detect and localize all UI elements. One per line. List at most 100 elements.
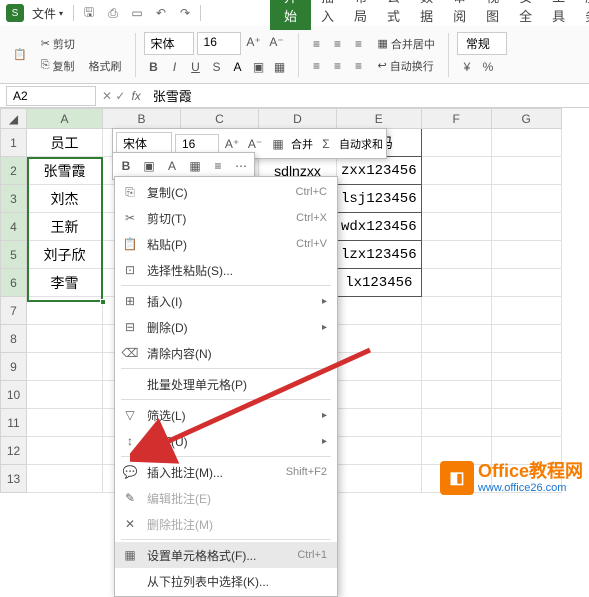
preview-icon[interactable]: ▭ (126, 3, 148, 23)
tab-dev[interactable]: 开发工具 (542, 0, 575, 30)
menu-insert-comment[interactable]: 💬 插入批注(M)... Shift+F2 (115, 459, 337, 485)
col-header-G[interactable]: G (491, 109, 561, 129)
menu-from-list[interactable]: 从下拉列表中选择(K)... (115, 568, 337, 594)
mini-border-icon[interactable]: ▦ (185, 156, 205, 176)
menu-clear[interactable]: ⌫ 清除内容(N) (115, 340, 337, 366)
cell[interactable]: 刘杰 (27, 185, 103, 213)
tab-cloud[interactable]: 云服务 (575, 0, 589, 30)
col-header-F[interactable]: F (421, 109, 491, 129)
selection-handle[interactable] (100, 299, 106, 305)
format-painter-button[interactable]: 格式刷 (84, 56, 127, 76)
font-color-button[interactable]: A (228, 57, 248, 77)
save-icon[interactable]: 🖫 (78, 3, 100, 23)
menu-paste[interactable]: 📋 粘贴(P) Ctrl+V (115, 231, 337, 257)
tab-insert[interactable]: 插入 (311, 0, 344, 30)
row-header[interactable]: 1 (1, 129, 27, 157)
paste-button[interactable]: 📋 (8, 46, 32, 63)
cut-button[interactable]: ✂ 剪切 (36, 34, 127, 54)
cell[interactable]: lsj123456 (337, 185, 422, 213)
mini-decrease-font-icon[interactable]: A⁻ (245, 134, 265, 154)
mini-format-icon[interactable]: ⋯ (231, 156, 251, 176)
row-header[interactable]: 12 (1, 437, 27, 465)
cell[interactable]: 王新 (27, 213, 103, 241)
mini-font-color-icon[interactable]: A (162, 156, 182, 176)
row-header[interactable]: 2 (1, 157, 27, 185)
number-format-select[interactable]: 常规 (457, 32, 507, 55)
merge-button[interactable]: ▦ 合并居中 (373, 34, 440, 54)
cell[interactable]: 李雪 (27, 269, 103, 297)
tab-data[interactable]: 数据 (410, 0, 443, 30)
mini-bold-icon[interactable]: B (116, 156, 136, 176)
size-select[interactable]: 16 (197, 32, 241, 55)
row-header[interactable]: 13 (1, 465, 27, 493)
menu-format-cells[interactable]: ▦ 设置单元格格式(F)... Ctrl+1 (115, 542, 337, 568)
menu-sort[interactable]: ↕ 排序(U) ▸ (115, 428, 337, 454)
copy-button[interactable]: ⎘ 复制 (36, 56, 80, 76)
menu-copy[interactable]: ⎘ 复制(C) Ctrl+C (115, 179, 337, 205)
select-all-corner[interactable]: ◢ (1, 109, 27, 129)
row-header[interactable]: 7 (1, 297, 27, 325)
strike-button[interactable]: S (207, 57, 227, 77)
print-icon[interactable]: ⎙ (102, 3, 124, 23)
mini-fill-icon[interactable]: ▣ (139, 156, 159, 176)
row-header[interactable]: 3 (1, 185, 27, 213)
menu-cut[interactable]: ✂ 剪切(T) Ctrl+X (115, 205, 337, 231)
increase-font-icon[interactable]: A⁺ (244, 32, 264, 52)
fx-icon[interactable]: ✕ ✓ (102, 89, 125, 103)
percent-icon[interactable]: % (478, 57, 498, 77)
tab-review[interactable]: 审阅 (443, 0, 476, 30)
decrease-font-icon[interactable]: A⁻ (267, 32, 287, 52)
row-header[interactable]: 6 (1, 269, 27, 297)
align-right-icon[interactable]: ≡ (349, 56, 369, 76)
mini-merge-button[interactable]: ▦ (268, 134, 288, 154)
align-top-icon[interactable]: ≡ (307, 34, 327, 54)
align-bot-icon[interactable]: ≡ (349, 34, 369, 54)
tab-security[interactable]: 安全 (509, 0, 542, 30)
font-select[interactable]: 宋体 (144, 32, 194, 55)
currency-icon[interactable]: ¥ (457, 57, 477, 77)
menu-filter[interactable]: ▽ 筛选(L) ▸ (115, 402, 337, 428)
cell[interactable]: wdx123456 (337, 213, 422, 241)
tab-view[interactable]: 视图 (476, 0, 509, 30)
file-menu[interactable]: 文件 ▾ (26, 3, 69, 24)
align-mid-icon[interactable]: ≡ (328, 34, 348, 54)
wrap-button[interactable]: ↩ 自动换行 (373, 56, 440, 76)
cell[interactable]: lzx123456 (337, 241, 422, 269)
tab-formula[interactable]: 公式 (377, 0, 410, 30)
mini-size-select[interactable]: 16 (175, 134, 219, 154)
row-header[interactable]: 11 (1, 409, 27, 437)
col-header-A[interactable]: A (27, 109, 103, 129)
tab-start[interactable]: 开始 (270, 0, 311, 30)
formula-input[interactable]: 张雪霞 (147, 84, 589, 107)
italic-button[interactable]: I (165, 57, 185, 77)
cell[interactable]: 刘子欣 (27, 241, 103, 269)
underline-button[interactable]: U (186, 57, 206, 77)
fill-color-button[interactable]: ▣ (249, 57, 269, 77)
col-header-C[interactable]: C (181, 109, 259, 129)
mini-align-icon[interactable]: ≡ (208, 156, 228, 176)
mini-sum-icon[interactable]: Σ (316, 134, 336, 154)
border-button[interactable]: ▦ (270, 57, 290, 77)
row-header[interactable]: 8 (1, 325, 27, 353)
menu-delete[interactable]: ⊟ 删除(D) ▸ (115, 314, 337, 340)
row-header[interactable]: 4 (1, 213, 27, 241)
col-header-D[interactable]: D (259, 109, 337, 129)
menu-insert[interactable]: ⊞ 插入(I) ▸ (115, 288, 337, 314)
row-header[interactable]: 5 (1, 241, 27, 269)
menu-batch[interactable]: 批量处理单元格(P) (115, 371, 337, 397)
row-header[interactable]: 9 (1, 353, 27, 381)
cell[interactable]: lx123456 (337, 269, 422, 297)
mini-increase-font-icon[interactable]: A⁺ (222, 134, 242, 154)
col-header-B[interactable]: B (103, 109, 181, 129)
menu-paste-special[interactable]: ⊡ 选择性粘贴(S)... (115, 257, 337, 283)
col-header-E[interactable]: E (337, 109, 422, 129)
row-header[interactable]: 10 (1, 381, 27, 409)
name-box[interactable]: A2 (6, 86, 96, 106)
cell[interactable]: zxx123456 (337, 157, 422, 185)
align-left-icon[interactable]: ≡ (307, 56, 327, 76)
bold-button[interactable]: B (144, 57, 164, 77)
cell[interactable]: 张雪霞 (27, 157, 103, 185)
cell[interactable]: 员工 (27, 129, 103, 157)
align-center-icon[interactable]: ≡ (328, 56, 348, 76)
tab-layout[interactable]: 页面布局 (344, 0, 377, 30)
